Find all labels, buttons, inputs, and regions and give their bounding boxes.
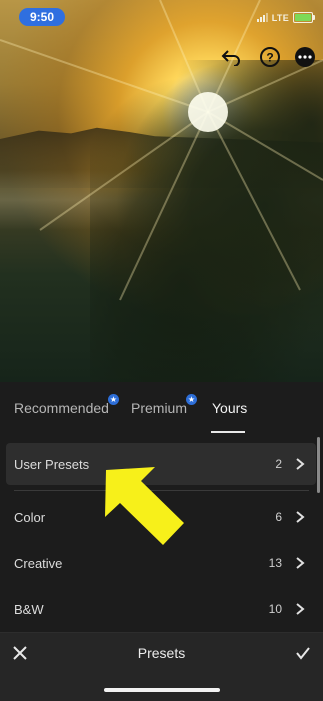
home-indicator[interactable] xyxy=(104,688,220,692)
preset-group-label: Color xyxy=(14,509,46,525)
chevron-right-icon xyxy=(296,458,305,470)
preset-group-user-presets[interactable]: User Presets 2 xyxy=(6,443,316,485)
status-indicators: LTE xyxy=(256,12,315,23)
signal-icon xyxy=(256,13,268,22)
active-tab-indicator xyxy=(211,431,245,433)
list-scrollbar[interactable] xyxy=(317,437,320,493)
list-divider xyxy=(14,490,309,491)
preset-group-count: 10 xyxy=(268,602,282,616)
battery-icon xyxy=(293,12,315,23)
chevron-right-icon xyxy=(296,557,305,569)
star-badge-icon: ★ xyxy=(186,394,198,405)
chevron-right-icon xyxy=(296,511,305,523)
preset-tabs: Recommended ★ Premium ★ Yours xyxy=(0,382,323,434)
status-time-pill: 9:50 xyxy=(19,8,65,26)
star-badge-icon: ★ xyxy=(107,394,119,405)
tab-recommended[interactable]: Recommended ★ xyxy=(14,394,119,416)
tab-premium[interactable]: Premium ★ xyxy=(131,394,198,416)
preset-group-label: B&W xyxy=(14,601,44,617)
tab-yours[interactable]: Yours xyxy=(212,400,247,416)
preset-group-color[interactable]: Color 6 xyxy=(6,496,316,538)
tab-label: Premium xyxy=(131,400,188,416)
undo-icon[interactable] xyxy=(220,46,242,68)
checkmark-icon[interactable] xyxy=(295,645,311,661)
bottom-bar-title: Presets xyxy=(137,645,186,661)
preset-group-count: 2 xyxy=(275,457,282,471)
preset-group-label: User Presets xyxy=(14,456,90,472)
tab-label: Recommended xyxy=(14,400,109,416)
preset-group-label: Creative xyxy=(14,555,63,571)
preset-group-count: 6 xyxy=(275,510,282,524)
preset-group-count: 13 xyxy=(268,556,282,570)
preset-group-creative[interactable]: Creative 13 xyxy=(6,542,316,584)
more-icon[interactable] xyxy=(294,46,316,68)
tab-label: Yours xyxy=(212,400,248,416)
chevron-right-icon xyxy=(296,603,305,615)
network-label: LTE xyxy=(271,12,289,23)
help-icon[interactable]: ? xyxy=(259,46,281,68)
svg-text:?: ? xyxy=(266,51,273,65)
preset-group-bw[interactable]: B&W 10 xyxy=(6,588,316,630)
